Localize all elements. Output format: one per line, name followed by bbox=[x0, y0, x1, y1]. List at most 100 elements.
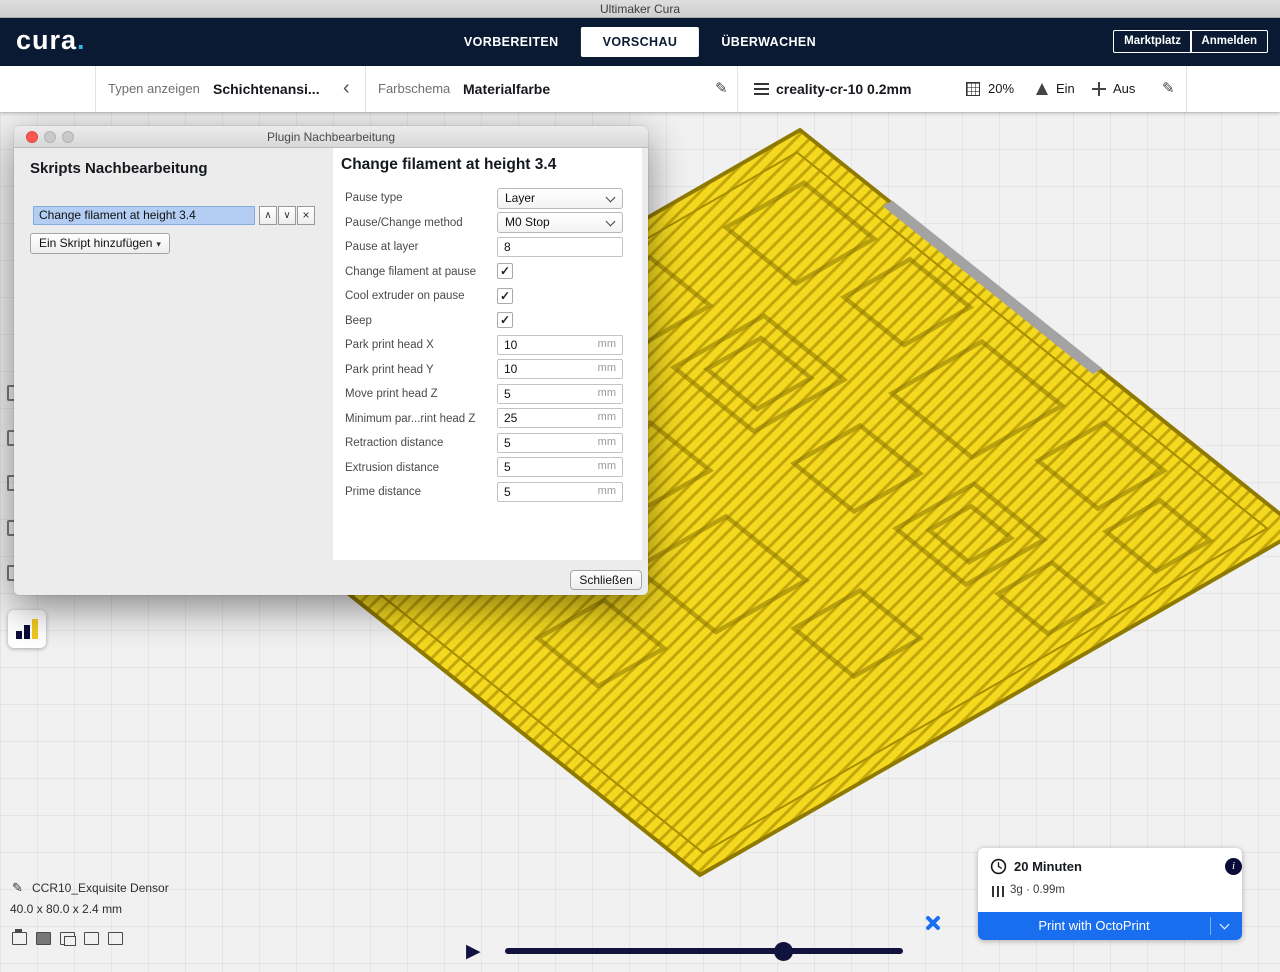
divider bbox=[1186, 66, 1187, 112]
infill-icon bbox=[966, 82, 980, 96]
support-icon bbox=[1036, 83, 1048, 95]
field-select[interactable]: M0 Stop bbox=[497, 212, 623, 233]
color-scheme-label: Farbschema bbox=[378, 66, 450, 112]
input-wrap: mm bbox=[497, 457, 623, 478]
form-row: Pause at layer bbox=[345, 235, 635, 260]
stage-tabs: VORBEREITEN VORSCHAU ÜBERWACHEN bbox=[442, 27, 838, 57]
input-wrap: mm bbox=[497, 384, 623, 405]
unit-label: mm bbox=[598, 485, 616, 497]
material-icon bbox=[992, 886, 1005, 897]
close-dialog-button[interactable]: Schließen bbox=[570, 570, 642, 590]
form-row: Move print head Zmm bbox=[345, 382, 635, 407]
unit-label: mm bbox=[598, 436, 616, 448]
unit-label: mm bbox=[598, 362, 616, 374]
field-label: Pause type bbox=[345, 192, 497, 204]
form-row: Park print head Xmm bbox=[345, 333, 635, 358]
field-label: Pause at layer bbox=[345, 241, 497, 253]
printer-profile-selector[interactable]: creality-cr-10 0.2mm bbox=[776, 66, 911, 112]
window-title: Ultimaker Cura bbox=[600, 2, 680, 16]
signin-button[interactable]: Anmelden bbox=[1190, 30, 1268, 53]
field-label: Extrusion distance bbox=[345, 462, 497, 474]
field-label: Minimum par...rint head Z bbox=[345, 413, 497, 425]
divider bbox=[95, 66, 96, 112]
info-icon[interactable]: i bbox=[1225, 858, 1242, 875]
divider bbox=[737, 66, 738, 112]
layers-icon bbox=[16, 631, 22, 639]
cube-icon[interactable] bbox=[108, 932, 123, 945]
infill-value[interactable]: 20% bbox=[988, 66, 1014, 112]
input-wrap: mm bbox=[497, 408, 623, 429]
script-settings-heading: Change filament at height 3.4 bbox=[341, 156, 556, 174]
unit-label: mm bbox=[598, 460, 616, 472]
checkbox-wrap: ✓ bbox=[497, 310, 623, 331]
model-dimensions: 40.0 x 80.0 x 2.4 mm bbox=[10, 902, 122, 916]
color-scheme-selector[interactable]: Materialfarbe bbox=[463, 66, 550, 112]
print-button-label: Print with OctoPrint bbox=[978, 912, 1210, 940]
post-processing-dialog: Plugin Nachbearbeitung Skripts Nachbearb… bbox=[14, 126, 648, 595]
field-label: Beep bbox=[345, 315, 497, 327]
tab-vorbereiten[interactable]: VORBEREITEN bbox=[442, 27, 581, 57]
marketplace-button[interactable]: Marktplatz bbox=[1113, 30, 1192, 53]
chevron-down-icon bbox=[606, 192, 616, 202]
input-wrap: mm bbox=[497, 359, 623, 380]
printer-icon[interactable] bbox=[12, 932, 27, 945]
collapse-chevron-icon[interactable]: ‹ bbox=[343, 66, 350, 110]
field-checkbox[interactable]: ✓ bbox=[497, 288, 513, 304]
input-wrap: mm bbox=[497, 482, 623, 503]
edit-pencil-icon[interactable]: ✎ bbox=[715, 66, 728, 112]
chevron-down-icon bbox=[606, 217, 616, 227]
field-select[interactable]: Layer bbox=[497, 188, 623, 209]
input-wrap: mm bbox=[497, 433, 623, 454]
layers-legend-button[interactable] bbox=[8, 610, 46, 648]
edit-print-settings-icon[interactable]: ✎ bbox=[1162, 66, 1175, 112]
clock-icon bbox=[990, 858, 1007, 875]
field-label: Change filament at pause bbox=[345, 266, 497, 278]
form-row: Prime distance mm bbox=[345, 480, 635, 505]
field-checkbox[interactable]: ✓ bbox=[497, 263, 513, 279]
remove-script-button[interactable]: × bbox=[297, 206, 315, 225]
script-settings-panel: Change filament at height 3.4 Pause type… bbox=[333, 148, 642, 560]
adjust-tools-icon[interactable] bbox=[922, 912, 944, 934]
add-script-label: Ein Skript hinzufügen bbox=[39, 236, 152, 250]
dialog-titlebar[interactable]: Plugin Nachbearbeitung bbox=[14, 126, 648, 148]
screen: Ultimaker Cura cura. VORBEREITEN VORSCHA… bbox=[0, 0, 1280, 972]
view-toolbar: Typen anzeigen Schichtenansi... ‹ Farbsc… bbox=[0, 66, 1280, 112]
divider bbox=[365, 66, 366, 112]
close-window-icon[interactable] bbox=[26, 131, 38, 143]
view-type-label: Typen anzeigen bbox=[108, 66, 200, 112]
add-script-button[interactable]: Ein Skript hinzufügen ▾ bbox=[30, 233, 170, 254]
select-value: Layer bbox=[505, 189, 535, 208]
support-value[interactable]: Ein bbox=[1056, 66, 1075, 112]
scripts-heading: Skripts Nachbearbeitung bbox=[30, 160, 208, 177]
form-row: Retraction distance mm bbox=[345, 431, 635, 456]
move-script-down-button[interactable]: ∨ bbox=[278, 206, 296, 225]
rename-pencil-icon[interactable]: ✎ bbox=[12, 880, 23, 896]
zoom-window-icon bbox=[62, 131, 74, 143]
print-time-estimate: 20 Minuten bbox=[1014, 859, 1082, 874]
checkbox-wrap: ✓ bbox=[497, 261, 623, 282]
window-titlebar: Ultimaker Cura bbox=[0, 0, 1280, 18]
field-label: Park print head Y bbox=[345, 364, 497, 376]
duplicate-cube-icon[interactable] bbox=[60, 932, 75, 945]
view-type-selector[interactable]: Schichtenansi... bbox=[213, 66, 320, 112]
adhesion-value[interactable]: Aus bbox=[1113, 66, 1135, 112]
field-label: Prime distance bbox=[345, 486, 497, 498]
print-with-octoprint-button[interactable]: Print with OctoPrint bbox=[978, 912, 1242, 940]
field-label: Park print head X bbox=[345, 339, 497, 351]
tab-ueberwachen[interactable]: ÜBERWACHEN bbox=[699, 27, 838, 57]
field-label: Retraction distance bbox=[345, 437, 497, 449]
print-summary-panel: 20 Minuten i 3g · 0.99m Print with OctoP… bbox=[978, 848, 1242, 940]
input-wrap bbox=[497, 237, 623, 258]
scripts-panel: Skripts Nachbearbeitung Change filament … bbox=[14, 148, 333, 595]
solid-cube-icon[interactable] bbox=[36, 932, 51, 945]
cube-outline-icon[interactable] bbox=[84, 932, 99, 945]
select-value: M0 Stop bbox=[505, 213, 550, 232]
field-checkbox[interactable]: ✓ bbox=[497, 312, 513, 328]
script-list-item-selected[interactable]: Change filament at height 3.4 bbox=[33, 206, 255, 225]
unit-label: mm bbox=[598, 411, 616, 423]
move-script-up-button[interactable]: ∧ bbox=[259, 206, 277, 225]
tab-vorschau[interactable]: VORSCHAU bbox=[581, 27, 700, 57]
chevron-down-icon[interactable] bbox=[1220, 920, 1230, 930]
field-input[interactable] bbox=[497, 237, 623, 257]
dropdown-arrow-icon: ▾ bbox=[156, 239, 161, 249]
